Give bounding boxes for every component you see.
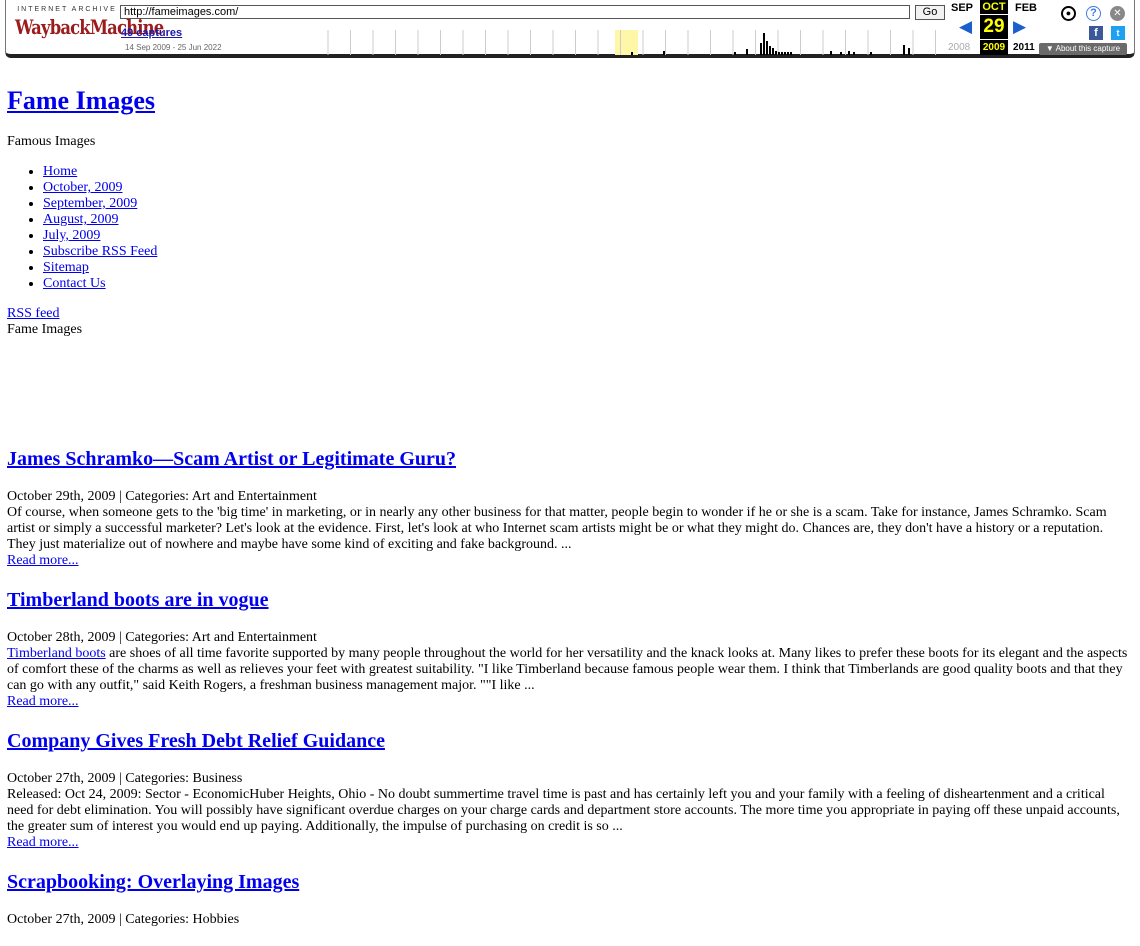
post-excerpt-text: are shoes of all time favorite supported… [7, 646, 1128, 693]
post-meta: October 27th, 2009 | Categories: Busines… [7, 771, 243, 786]
next-month-label[interactable]: FEB [1012, 2, 1040, 14]
capture-bar [766, 41, 768, 55]
capture-bar [870, 52, 872, 55]
nav-item: Sitemap [43, 260, 1132, 276]
main-nav: HomeOctober, 2009September, 2009August, … [7, 164, 1132, 292]
current-day: 29 [980, 15, 1008, 39]
capture-bar [853, 52, 855, 55]
rss-feed-link[interactable]: RSS feed [7, 306, 60, 321]
post: Timberland boots are in vogue October 28t… [7, 587, 1132, 710]
wayback-logo[interactable]: INTERNET ARCHIVE WaybackMachine [15, 6, 164, 46]
nav-link[interactable]: August, 2009 [43, 212, 118, 227]
nav-item: August, 2009 [43, 212, 1132, 228]
nav-link[interactable]: September, 2009 [43, 196, 137, 211]
post-excerpt-text: Released: Oct 24, 2009: Sector - Economi… [7, 787, 1120, 834]
site-title: Fame Images [7, 84, 1132, 117]
post-inline-link[interactable]: Timberland boots [7, 646, 106, 661]
go-button[interactable]: Go [915, 5, 945, 20]
capture-bar [830, 51, 832, 55]
post-title: Company Gives Fresh Debt Relief Guidance [7, 728, 1132, 754]
nav-item: July, 2009 [43, 228, 1132, 244]
post-meta: October 28th, 2009 | Categories: Art and… [7, 630, 317, 645]
nav-link[interactable]: Home [43, 164, 77, 179]
post-title: James Schramko—Scam Artist or Legitimate… [7, 446, 1132, 472]
capture-bar [903, 45, 905, 55]
capture-bar [840, 52, 842, 55]
site-description: Famous Images [7, 134, 96, 149]
post-excerpt-text: Of course, when someone gets to the 'big… [7, 505, 1107, 552]
read-more-link[interactable]: Read more... [7, 553, 1132, 569]
twitter-icon[interactable]: t [1111, 26, 1125, 40]
nav-link[interactable]: Sitemap [43, 260, 89, 275]
post-meta: October 29th, 2009 | Categories: Art and… [7, 489, 317, 504]
post-title-link[interactable]: Timberland boots are in vogue [7, 589, 269, 611]
facebook-icon[interactable]: f [1089, 26, 1103, 40]
url-input[interactable]: http://fameimages.com/ [120, 5, 910, 19]
capture-bar [763, 33, 765, 55]
captures-link[interactable]: 49 captures [121, 27, 182, 39]
post-title: Scrapbooking: Overlaying Images [7, 869, 1132, 895]
nav-item: Subscribe RSS Feed [43, 244, 1132, 260]
help-icon[interactable]: ? [1086, 6, 1101, 21]
current-month-label: OCT [980, 0, 1008, 14]
prev-year-label[interactable]: 2008 [948, 42, 970, 53]
user-account-icon[interactable]: ● [1061, 6, 1076, 21]
post: James Schramko—Scam Artist or Legitimate… [7, 446, 1132, 569]
prev-month-label[interactable]: SEP [948, 2, 976, 14]
capture-bar [746, 49, 748, 55]
post-title-link[interactable]: James Schramko—Scam Artist or Legitimate… [7, 448, 456, 470]
post-excerpt: Timberland boots are shoes of all time f… [7, 646, 1132, 694]
post: Company Gives Fresh Debt Relief Guidance… [7, 728, 1132, 851]
capture-bar [663, 51, 665, 55]
nav-item: Home [43, 164, 1132, 180]
wayback-toolbar: INTERNET ARCHIVE WaybackMachine http://f… [5, 0, 1135, 58]
prev-capture-arrow-icon[interactable]: ◀ [959, 18, 972, 36]
capture-bar [775, 51, 777, 55]
nav-item: October, 2009 [43, 180, 1132, 196]
capture-bar [769, 46, 771, 55]
nav-item: Contact Us [43, 276, 1132, 292]
capture-bar [760, 43, 762, 55]
nav-link[interactable]: Subscribe RSS Feed [43, 244, 157, 259]
current-year-highlight [615, 30, 638, 55]
site-title-link[interactable]: Fame Images [7, 86, 155, 115]
post-title: Timberland boots are in vogue [7, 587, 1132, 613]
nav-item: September, 2009 [43, 196, 1132, 212]
capture-bar [778, 52, 780, 55]
site-subtitle: Fame Images [7, 322, 83, 337]
capture-bar [631, 52, 633, 55]
rss-feed-row: RSS feed [7, 306, 1132, 322]
capture-bar [787, 52, 789, 55]
capture-range: 14 Sep 2009 - 25 Jun 2022 [125, 43, 222, 52]
post-title-link[interactable]: Company Gives Fresh Debt Relief Guidance [7, 730, 385, 752]
capture-bar [790, 52, 792, 55]
capture-bar [734, 52, 736, 55]
next-capture-arrow-icon[interactable]: ▶ [1013, 18, 1026, 36]
logo-main-text: WaybackMachine [15, 15, 164, 39]
nav-link[interactable]: July, 2009 [43, 228, 100, 243]
post-excerpt: Of course, when someone gets to the 'big… [7, 505, 1132, 553]
post-title-link[interactable]: Scrapbooking: Overlaying Images [7, 871, 299, 893]
current-year-label: 2009 [980, 40, 1008, 55]
capture-bar [772, 48, 774, 55]
read-more-link[interactable]: Read more... [7, 835, 1132, 851]
capture-bar [784, 52, 786, 55]
archived-page: Fame Images Famous Images HomeOctober, 2… [7, 84, 1132, 946]
post-list: James Schramko—Scam Artist or Legitimate… [7, 446, 1132, 928]
nav-link[interactable]: Contact Us [43, 276, 106, 291]
post-meta: October 27th, 2009 | Categories: Hobbies [7, 912, 240, 927]
nav-link[interactable]: October, 2009 [43, 180, 123, 195]
post-excerpt: Released: Oct 24, 2009: Sector - Economi… [7, 787, 1132, 835]
capture-bar [908, 48, 910, 55]
post: Scrapbooking: Overlaying Images October 2… [7, 869, 1132, 928]
read-more-link[interactable]: Read more... [7, 694, 1132, 710]
capture-bar [781, 52, 783, 55]
next-year-label[interactable]: 2011 [1013, 42, 1035, 53]
close-icon[interactable]: ✕ [1110, 6, 1125, 21]
about-capture-button[interactable]: ▼ About this capture [1039, 43, 1127, 55]
logo-top-text: INTERNET ARCHIVE [17, 6, 117, 13]
capture-sparkline[interactable] [320, 30, 947, 55]
capture-bar [848, 51, 850, 55]
